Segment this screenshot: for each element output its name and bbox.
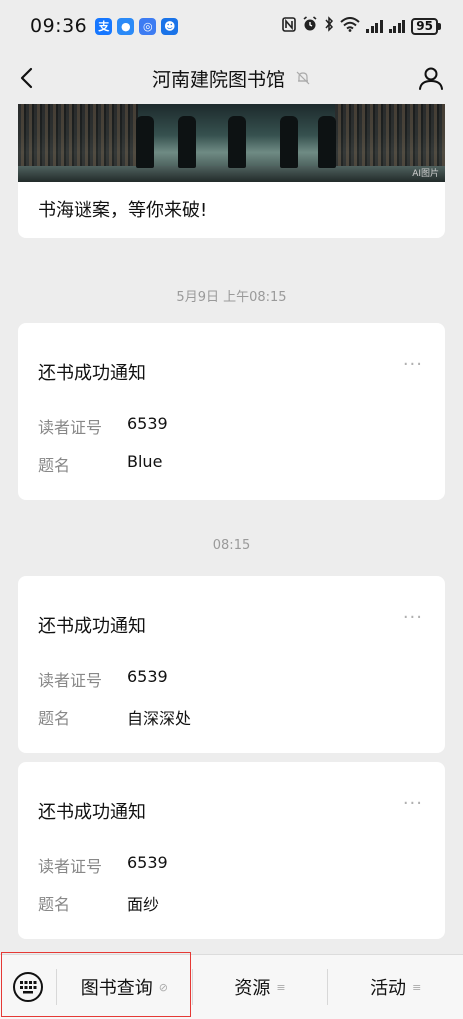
status-indicators: 95 [282, 16, 441, 36]
signal-icon-2 [388, 19, 406, 33]
article-title[interactable]: 书海谜案，等你来破! [38, 196, 207, 222]
book-title-row: 题名 自深深处 [38, 705, 191, 729]
reader-id-row: 读者证号 6539 [38, 414, 168, 438]
reader-id-row: 读者证号 6539 [38, 853, 168, 877]
bottom-menu: 图书查询 ⊘ 资源 ≡ 活动 ≡ [0, 954, 463, 1019]
return-notice-card[interactable]: 还书成功通知 ··· 读者证号 6539 题名 面纱 [18, 762, 445, 939]
field-value: 6539 [127, 853, 168, 872]
menu-book-search[interactable]: 图书查询 ⊘ [57, 955, 192, 1019]
more-options-icon[interactable]: ··· [403, 609, 423, 627]
more-options-icon[interactable]: ··· [403, 795, 423, 813]
article-card[interactable]: AI图片 书海谜案，等你来破! [18, 104, 445, 238]
keyboard-icon [13, 972, 43, 1002]
link-icon: ⊘ [158, 980, 168, 994]
field-label: 题名 [38, 456, 71, 475]
figure-silhouette [136, 116, 154, 168]
browser-icon: ◎ [139, 17, 157, 35]
menu-label: 活动 [370, 978, 407, 999]
status-app-icons: 支 ● ◎ ☻ [95, 17, 179, 35]
library-floor [18, 166, 445, 182]
figure-silhouette [280, 116, 298, 168]
ai-image-tag: AI图片 [412, 169, 439, 179]
notice-title: 还书成功通知 [38, 802, 146, 823]
book-title-row: 题名 面纱 [38, 891, 159, 915]
figure-silhouette [228, 116, 246, 168]
profile-icon[interactable] [417, 64, 445, 92]
keyboard-toggle-button[interactable] [0, 955, 56, 1019]
battery-icon: 95 [411, 17, 441, 35]
wifi-icon [340, 16, 360, 36]
status-time: 09:36 [30, 15, 88, 37]
field-label: 题名 [38, 709, 71, 728]
field-label: 读者证号 [38, 857, 103, 876]
page-title: 河南建院图书馆 [151, 68, 285, 91]
timestamp: 08:15 [212, 538, 251, 553]
back-icon[interactable] [14, 64, 42, 92]
reader-id-row: 读者证号 6539 [38, 667, 168, 691]
submenu-icon: ≡ [412, 980, 422, 994]
return-notice-card[interactable]: 还书成功通知 ··· 读者证号 6539 题名 自深深处 [18, 576, 445, 753]
submenu-icon: ≡ [276, 980, 286, 994]
nfc-icon [282, 16, 297, 36]
return-notice-card[interactable]: 还书成功通知 ··· 读者证号 6539 题名 Blue [18, 323, 445, 500]
menu-resources[interactable]: 资源 ≡ [193, 955, 328, 1019]
robot-app-icon: ☻ [161, 17, 179, 35]
notice-title: 还书成功通知 [38, 616, 146, 637]
field-label: 读者证号 [38, 671, 103, 690]
menu-activities[interactable]: 活动 ≡ [328, 955, 463, 1019]
menu-label: 图书查询 [80, 978, 153, 999]
article-banner-image: AI图片 [18, 104, 445, 182]
notice-title: 还书成功通知 [38, 363, 146, 384]
timestamp: 5月9日 上午08:15 [176, 290, 287, 305]
figure-silhouette [178, 116, 196, 168]
menu-label: 资源 [234, 978, 271, 999]
field-label: 题名 [38, 895, 71, 914]
status-bar: 09:36 支 ● ◎ ☻ 95 [0, 0, 463, 52]
figure-silhouette [318, 116, 336, 168]
field-value: 自深深处 [127, 709, 192, 728]
more-options-icon[interactable]: ··· [403, 356, 423, 374]
field-value: 6539 [127, 414, 168, 433]
alipay-icon: 支 [95, 17, 113, 35]
field-value: 面纱 [127, 895, 160, 914]
battery-tip [438, 22, 441, 30]
nav-bar: 河南建院图书馆 [0, 52, 463, 104]
book-title-row: 题名 Blue [38, 452, 162, 476]
bluetooth-icon [324, 16, 334, 36]
battery-level: 95 [411, 17, 438, 35]
chat-content[interactable]: AI图片 书海谜案，等你来破! 5月9日 上午08:15 还书成功通知 ··· … [0, 104, 463, 954]
alarm-icon [302, 16, 318, 36]
message-icon: ● [117, 17, 135, 35]
field-label: 读者证号 [38, 418, 103, 437]
mute-bell-icon [295, 70, 311, 86]
field-value: Blue [127, 452, 163, 471]
field-value: 6539 [127, 667, 168, 686]
signal-icon-1 [366, 19, 383, 33]
